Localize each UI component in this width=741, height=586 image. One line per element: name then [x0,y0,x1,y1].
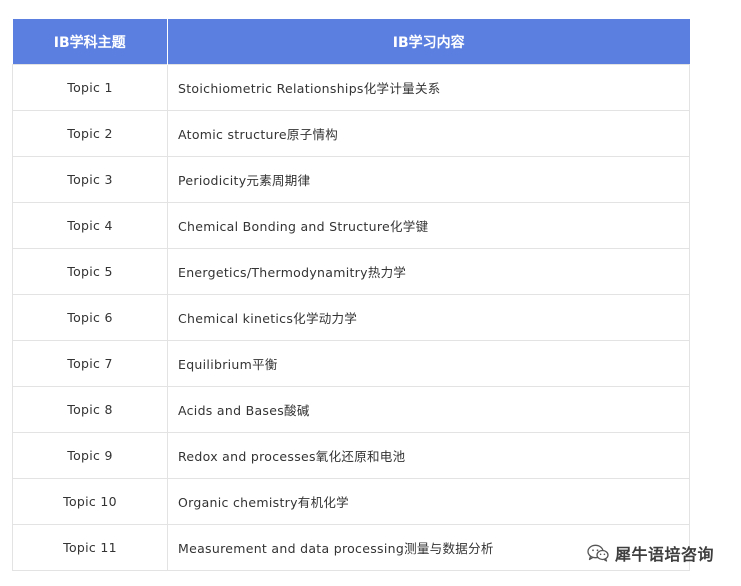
wechat-icon [587,544,609,562]
content-cell: Chemical kinetics化学动力学 [167,294,690,341]
content-cell: Periodicity元素周期律 [167,156,690,203]
content-cell: Energetics/Thermodynamitry热力学 [167,248,690,295]
table-row: Topic 6 Chemical kinetics化学动力学 [12,294,690,341]
table-header: IB学科主题 IB学习内容 [12,19,690,65]
topic-cell: Topic 4 [12,202,168,249]
header-row: IB学科主题 IB学习内容 [12,19,690,65]
topic-cell: Topic 7 [12,340,168,387]
table-row: Topic 1 Stoichiometric Relationships化学计量… [12,64,690,111]
watermark-text: 犀牛语培咨询 [615,545,715,564]
table-body: Topic 1 Stoichiometric Relationships化学计量… [12,64,690,571]
topic-cell: Topic 10 [12,478,168,525]
topic-cell: Topic 2 [12,110,168,157]
topic-cell: Topic 1 [12,64,168,111]
watermark: 犀牛语培咨询 [587,541,714,565]
table-row: Topic 9 Redox and processes氧化还原和电池 [12,432,690,479]
table-row: Topic 8 Acids and Bases酸碱 [12,386,690,433]
table-row: Topic 3 Periodicity元素周期律 [12,156,690,203]
content-cell: Acids and Bases酸碱 [167,386,690,433]
table-row: Topic 5 Energetics/Thermodynamitry热力学 [12,248,690,295]
topic-cell: Topic 8 [12,386,168,433]
content-cell: Redox and processes氧化还原和电池 [167,432,690,479]
header-topic: IB学科主题 [12,19,168,65]
topic-cell: Topic 3 [12,156,168,203]
topic-cell: Topic 11 [12,524,168,571]
content-cell: Organic chemistry有机化学 [167,478,690,525]
content-cell: Atomic structure原子情构 [167,110,690,157]
topic-cell: Topic 6 [12,294,168,341]
content-cell: Equilibrium平衡 [167,340,690,387]
topic-cell: Topic 9 [12,432,168,479]
ib-topics-table: IB学科主题 IB学习内容 Topic 1 Stoichiometric Rel… [12,19,690,571]
table-row: Topic 2 Atomic structure原子情构 [12,110,690,157]
table-row: Topic 4 Chemical Bonding and Structure化学… [12,202,690,249]
content-cell: Stoichiometric Relationships化学计量关系 [167,64,690,111]
table-row: Topic 7 Equilibrium平衡 [12,340,690,387]
header-content: IB学习内容 [167,19,690,65]
table-row: Topic 10 Organic chemistry有机化学 [12,478,690,525]
ib-topics-table-container: IB学科主题 IB学习内容 Topic 1 Stoichiometric Rel… [12,19,690,571]
content-cell: Chemical Bonding and Structure化学键 [167,202,690,249]
topic-cell: Topic 5 [12,248,168,295]
